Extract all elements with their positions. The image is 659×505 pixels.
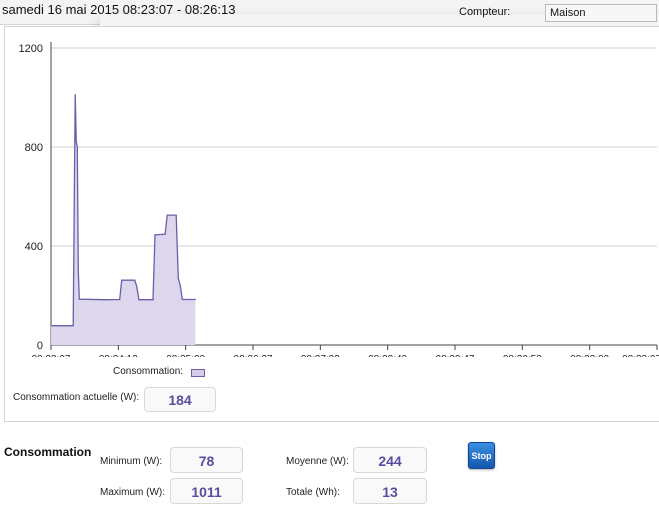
data-point: [177, 277, 179, 279]
consumption-chart: 0 400 800 1200 08:23:07 08:24:13 08:25:20 08:26…: [19, 42, 659, 357]
legend-label: Consommation:: [113, 366, 184, 377]
consumption-title: Consommation: [4, 445, 92, 459]
x-tick-label: 08:28:40: [368, 354, 407, 357]
x-tick-label: 08:29:47: [436, 354, 475, 357]
y-tick-label: 400: [25, 241, 43, 253]
stop-button[interactable]: Stop: [468, 442, 495, 469]
legend-swatch: [191, 369, 205, 377]
data-point: [179, 285, 181, 287]
data-point: [134, 279, 136, 281]
data-point: [164, 233, 166, 235]
data-point: [121, 279, 123, 281]
current-consumption-label: Consommation actuelle (W):: [13, 392, 140, 403]
data-point: [138, 299, 140, 301]
y-tick-label: 1200: [19, 43, 43, 55]
data-point: [72, 325, 74, 327]
data-point: [75, 141, 77, 143]
chart-panel: 0 400 800 1200 08:23:07 08:24:13 08:25:20 08:26…: [4, 26, 659, 422]
average-value: 244: [353, 447, 427, 473]
total-label: Totale (Wh):: [286, 487, 340, 498]
data-point: [77, 270, 79, 272]
counter-label: Compteur:: [459, 6, 511, 18]
date-range: samedi 16 mai 2015 08:23:07 - 08:26:13: [2, 2, 236, 17]
series-area: [51, 94, 196, 345]
data-point: [181, 298, 183, 301]
maximum-value: 1011: [170, 478, 243, 504]
x-tick-label: 08:32:00: [570, 354, 609, 357]
maximum-label: Maximum (W):: [100, 487, 165, 498]
total-value: 13: [353, 478, 427, 504]
data-point: [154, 234, 156, 236]
average-label: Moyenne (W):: [286, 456, 349, 467]
x-tick-label: 08:25:20: [166, 354, 205, 357]
y-tick-label: 800: [25, 142, 43, 154]
data-point: [166, 214, 168, 216]
data-point: [136, 286, 138, 288]
x-tick-label: 08:24:13: [99, 354, 138, 357]
data-point: [74, 94, 76, 96]
data-point: [76, 146, 78, 148]
x-tick-label: 08:23:07: [32, 354, 71, 357]
minimum-label: Minimum (W):: [100, 456, 163, 467]
x-tick-label: 08:27:33: [301, 354, 340, 357]
current-consumption-value: 184: [144, 387, 216, 412]
data-point: [194, 298, 197, 301]
data-point: [78, 298, 80, 300]
data-point: [119, 298, 121, 301]
data-point: [152, 299, 154, 301]
x-tick-label: 08:33:07: [622, 354, 659, 357]
data-point: [50, 325, 52, 327]
data-point: [103, 299, 106, 301]
y-tick-label: 0: [37, 340, 43, 352]
x-tick-label: 08:30:53: [503, 354, 542, 357]
minimum-value: 78: [170, 447, 243, 473]
counter-select[interactable]: [545, 4, 657, 22]
data-point: [175, 214, 177, 216]
x-tick-label: 08:26:27: [234, 354, 273, 357]
top-bar: samedi 16 mai 2015 08:23:07 - 08:26:13 C…: [0, 0, 659, 30]
